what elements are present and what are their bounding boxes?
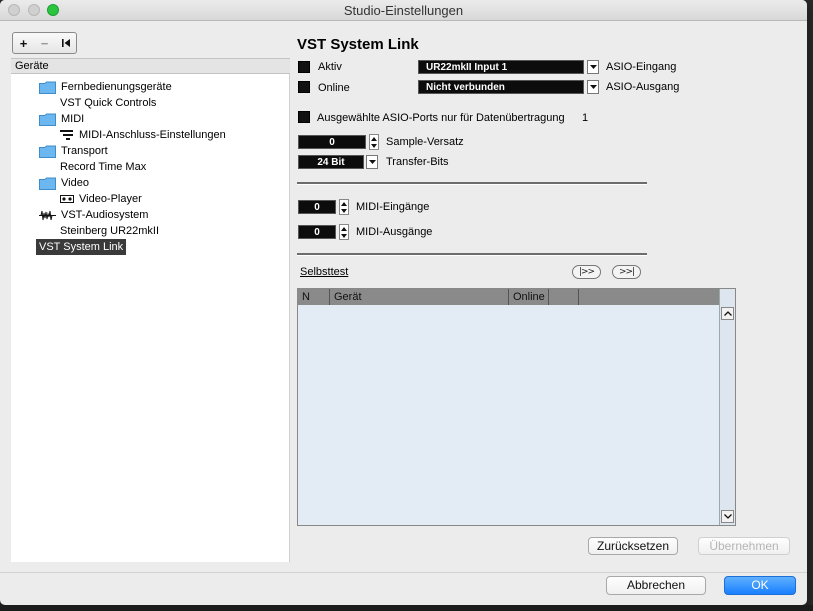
asio-output-select[interactable]: Nicht verbunden [418, 80, 584, 94]
table-scrollbar[interactable] [719, 289, 735, 525]
folder-icon [39, 177, 56, 190]
panel-title: VST System Link [297, 36, 419, 53]
tree-item-transport[interactable]: Transport [39, 143, 108, 159]
divider [297, 253, 647, 256]
online-checkbox[interactable] [298, 81, 310, 93]
divider [297, 182, 647, 185]
folder-icon [39, 113, 56, 126]
midi-out-stepper[interactable] [339, 224, 349, 240]
sample-offset-field[interactable]: 0 [298, 135, 366, 149]
table-header: N Gerät Online [298, 289, 719, 305]
audio-system-icon [39, 209, 56, 221]
tree-item-fernbedienungsgeraete[interactable]: Fernbedienungsgeräte [39, 79, 172, 95]
selected-ports-label: Ausgewählte ASIO-Ports nur für Datenüber… [317, 112, 565, 124]
footer-divider [0, 572, 807, 573]
tree-item-label: Video-Player [79, 193, 142, 205]
tree-item-label: VST System Link [39, 241, 124, 253]
tree-item-label: VST-Audiosystem [61, 209, 149, 221]
tree-item-label: Fernbedienungsgeräte [61, 81, 172, 93]
tree-item-label: Steinberg UR22mkII [60, 225, 160, 237]
video-player-icon [60, 193, 74, 205]
tree-item-label: MIDI-Anschluss-Einstellungen [79, 129, 226, 141]
ok-button[interactable]: OK [724, 576, 796, 595]
device-toolbar: + − [12, 32, 77, 54]
folder-icon [39, 145, 56, 158]
devices-header: Geräte [11, 58, 290, 74]
tree-item-video-player[interactable]: Video-Player [60, 191, 142, 207]
midi-in-field[interactable]: 0 [298, 200, 336, 214]
tree-item-label: MIDI [61, 113, 85, 125]
column-header-extra[interactable] [549, 289, 579, 305]
sample-offset-label: Sample-Versatz [386, 136, 464, 148]
background-strip [0, 605, 813, 611]
folder-icon [39, 81, 56, 94]
online-label: Online [318, 82, 350, 94]
chevron-down-icon[interactable] [587, 60, 599, 74]
tree-item-midi[interactable]: MIDI [39, 111, 84, 127]
transfer-bits-select[interactable]: 24 Bit [298, 155, 364, 169]
sample-offset-stepper[interactable] [369, 134, 379, 150]
settings-window: Studio-Einstellungen + − Geräte Fernbedi… [0, 0, 807, 605]
transfer-bits-label: Transfer-Bits [386, 156, 449, 168]
column-header-online[interactable]: Online [509, 289, 549, 305]
tree-item-vst-quick-controls[interactable]: VST Quick Controls [60, 95, 156, 111]
column-header-n[interactable]: N [298, 289, 330, 305]
device-table: N Gerät Online [297, 288, 736, 526]
midi-in-stepper[interactable] [339, 199, 349, 215]
tree-item-label: Transport [61, 145, 108, 157]
selected-ports-checkbox[interactable] [298, 111, 310, 123]
remove-button[interactable]: − [34, 33, 55, 53]
device-tree: Fernbedienungsgeräte VST Quick Controls … [11, 74, 290, 562]
asio-input-select[interactable]: UR22mkII Input 1 [418, 60, 584, 74]
tree-item-label: Record Time Max [60, 161, 147, 173]
window-title: Studio-Einstellungen [343, 3, 464, 18]
midi-out-label: MIDI-Ausgänge [356, 226, 433, 238]
apply-button[interactable]: Übernehmen [698, 537, 790, 555]
cancel-button[interactable]: Abbrechen [606, 576, 706, 595]
tree-item-video[interactable]: Video [39, 175, 89, 191]
tree-item-midi-anschluss[interactable]: MIDI-Anschluss-Einstellungen [60, 127, 226, 143]
asio-output-label: ASIO-Ausgang [606, 81, 680, 93]
chevron-down-icon[interactable] [587, 80, 599, 94]
tree-item-vst-system-link[interactable]: VST System Link [36, 239, 127, 255]
scroll-down-icon[interactable] [721, 510, 734, 523]
tree-item-record-time-max[interactable]: Record Time Max [60, 159, 146, 175]
scroll-up-icon[interactable] [721, 307, 734, 320]
midi-in-label: MIDI-Eingänge [356, 201, 430, 213]
midi-out-field[interactable]: 0 [298, 225, 336, 239]
tree-item-vst-audiosystem[interactable]: VST-Audiosystem [39, 207, 148, 223]
column-header-blank [579, 289, 719, 305]
tree-item-label: VST Quick Controls [60, 97, 157, 109]
column-header-geraet[interactable]: Gerät [330, 289, 509, 305]
aktiv-checkbox[interactable] [298, 61, 310, 73]
selftest-link[interactable]: Selbsttest [300, 266, 348, 278]
title-bar: Studio-Einstellungen [0, 0, 807, 21]
reset-icon[interactable] [55, 33, 76, 53]
asio-input-label: ASIO-Eingang [606, 61, 677, 73]
midi-port-icon [60, 129, 74, 141]
chevron-down-icon[interactable] [366, 155, 378, 169]
tree-item-label: Video [61, 177, 89, 189]
aktiv-label: Aktiv [318, 61, 342, 73]
tree-item-steinberg-ur22mkii[interactable]: Steinberg UR22mkII [60, 223, 159, 239]
skip-end-button[interactable]: >>| [612, 265, 641, 279]
add-button[interactable]: + [13, 33, 34, 53]
reset-button[interactable]: Zurücksetzen [588, 537, 678, 555]
play-forward-button[interactable]: |>> [572, 265, 601, 279]
selected-ports-value: 1 [582, 112, 589, 124]
